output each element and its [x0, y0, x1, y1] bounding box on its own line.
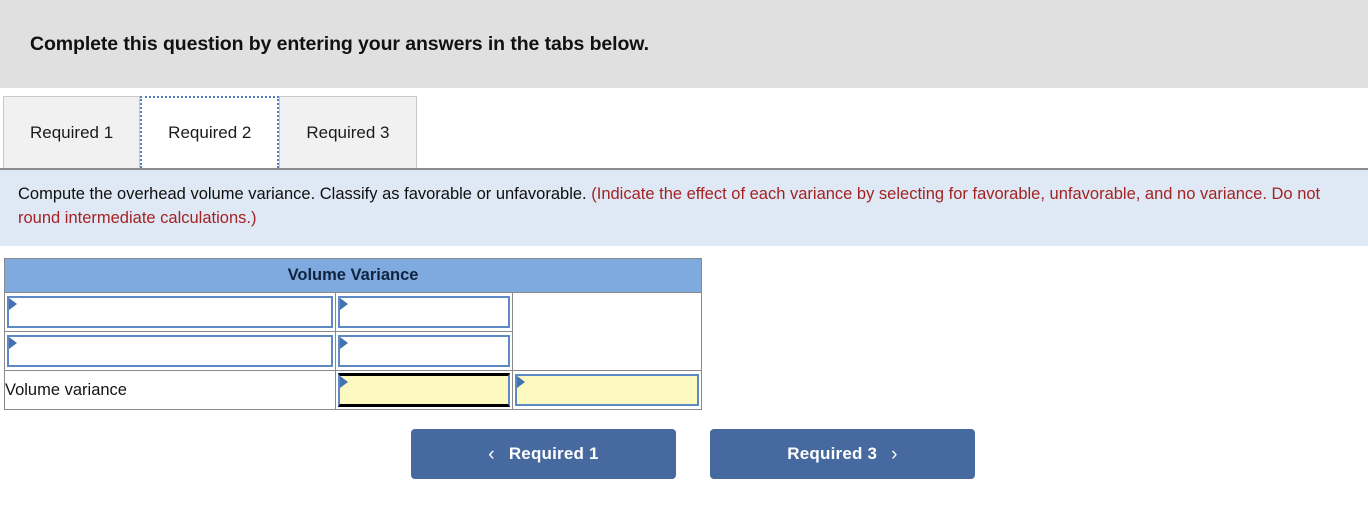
row-2-amount-input-box[interactable] [338, 335, 510, 367]
instructions-panel: Compute the overhead volume variance. Cl… [0, 170, 1368, 246]
row-2-label-cell [4, 331, 336, 371]
table-row: Volume variance [4, 370, 703, 410]
volume-variance-amount-input[interactable] [340, 376, 508, 404]
table-row [4, 292, 703, 371]
tab-required-1-label: Required 1 [30, 122, 114, 142]
banner-title: Complete this question by entering your … [30, 32, 649, 55]
navigation-bar: ‹ Required 1 Required 3 › [0, 429, 1368, 479]
instructions-primary-text: Compute the overhead volume variance. Cl… [18, 185, 587, 203]
row-2-label-input-box[interactable] [7, 335, 333, 367]
tab-required-2-label: Required 2 [168, 123, 252, 142]
tab-required-3[interactable]: Required 3 [279, 96, 417, 168]
row-2-amount-cell [335, 331, 513, 371]
tab-required-2[interactable]: Required 2 [140, 96, 280, 168]
volume-variance-classification-input[interactable] [517, 376, 698, 404]
row-1-label-cell [4, 292, 336, 332]
next-required-3-button[interactable]: Required 3 › [710, 429, 975, 479]
prev-required-1-label: Required 1 [508, 444, 599, 463]
table-header-volume-variance: Volume Variance [3, 258, 703, 293]
row-2-label-input[interactable] [9, 337, 331, 365]
question-banner: Complete this question by entering your … [0, 0, 1368, 88]
row-3-amount-cell [335, 370, 513, 410]
tab-required-3-label: Required 3 [306, 122, 390, 142]
volume-variance-amount-input-box[interactable] [338, 373, 510, 407]
row-1-amount-input[interactable] [340, 298, 508, 326]
prev-required-1-button[interactable]: ‹ Required 1 [411, 429, 676, 479]
tab-required-1[interactable]: Required 1 [3, 96, 141, 168]
tab-strip: Required 1 Required 2 Required 3 [0, 88, 1368, 170]
row-1-amount-input-box[interactable] [338, 296, 510, 328]
row-1-amount-cell [335, 292, 513, 332]
table-header-row: Volume Variance [3, 258, 703, 293]
volume-variance-table: Volume Variance Volume variance [3, 258, 703, 410]
volume-variance-classification-box[interactable] [515, 374, 700, 406]
row-2-amount-input[interactable] [340, 337, 508, 365]
row-1-label-input[interactable] [9, 298, 331, 326]
chevron-left-icon: ‹ [488, 443, 495, 465]
chevron-right-icon: › [891, 443, 898, 465]
answer-table-wrapper: Volume Variance Volume variance [0, 246, 1368, 410]
merged-right-cell [511, 292, 703, 371]
row-1-label-input-box[interactable] [7, 296, 333, 328]
row-3-label: Volume variance [4, 370, 336, 410]
row-3-classification-cell [511, 370, 703, 410]
next-required-3-label: Required 3 [787, 444, 878, 463]
